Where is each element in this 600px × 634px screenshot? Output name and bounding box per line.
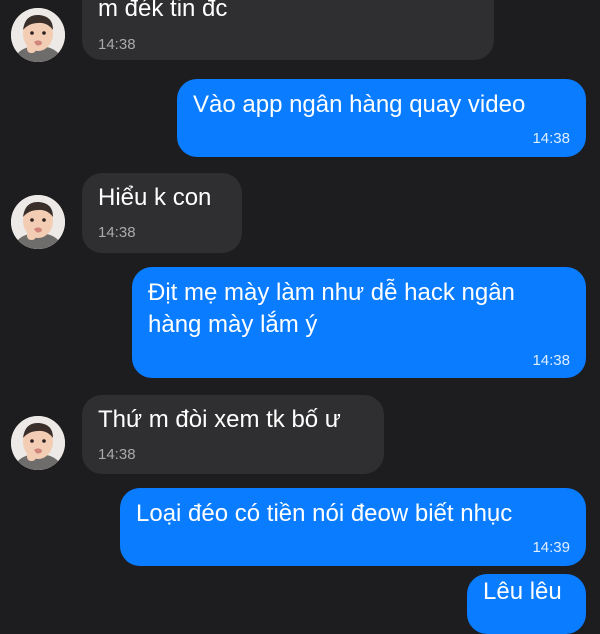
message-bubble[interactable]: Thứ m đòi xem tk bố ư 14:38 [82,395,384,474]
contact-avatar[interactable] [11,416,65,470]
message-bubble[interactable]: Loại đéo có tiền nói đeow biết nhục 14:3… [120,488,586,566]
message-text: Loại đéo có tiền nói đeow biết nhục [136,500,513,527]
child-avatar-icon [11,195,65,249]
message-time: 14:38 [532,130,570,147]
message-time: 14:38 [98,446,136,463]
message-bubble[interactable]: Lêu lêu [467,574,586,634]
message-text: Vào app ngân hàng quay video [193,91,526,118]
message-text: Địt mẹ mày làm như dễ hack ngân hàng mày… [148,279,522,338]
message-time: 14:38 [98,36,136,53]
message-time: 14:38 [532,352,570,369]
message-time: 14:38 [98,224,136,241]
chat-thread: m đék tin đc 14:38 Vào app ngân hàng qua… [0,0,600,634]
message-bubble[interactable]: m đék tin đc 14:38 [82,0,494,60]
message-text: Thứ m đòi xem tk bố ư [98,406,341,433]
contact-avatar[interactable] [11,8,65,62]
contact-avatar[interactable] [11,195,65,249]
message-text: Lêu lêu [483,578,562,605]
message-text: Hiểu k con [98,184,212,211]
message-text: m đék tin đc [98,0,228,22]
message-bubble[interactable]: Vào app ngân hàng quay video 14:38 [177,79,586,157]
child-avatar-icon [11,416,65,470]
message-time: 14:39 [532,539,570,556]
child-avatar-icon [11,8,65,62]
message-bubble[interactable]: Địt mẹ mày làm như dễ hack ngân hàng mày… [132,267,586,378]
message-bubble[interactable]: Hiểu k con 14:38 [82,173,242,253]
